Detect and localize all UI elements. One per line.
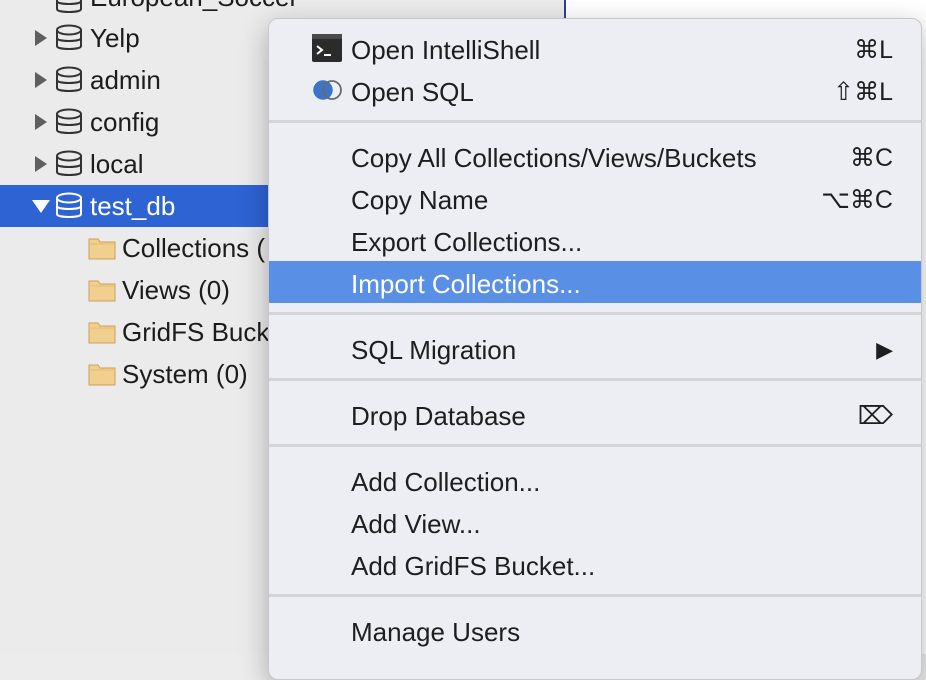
menu-item-manage-users[interactable]: Manage Users (269, 609, 921, 651)
tree-item-label: System (0) (122, 359, 248, 389)
disclosure-right-icon[interactable] (33, 154, 49, 174)
menu-item-label: Export Collections... (351, 227, 583, 257)
menu-item-add-collection[interactable]: Add Collection... (269, 459, 921, 501)
folder-icon (88, 364, 116, 386)
database-icon (56, 24, 82, 50)
tree-item-european-soccer[interactable]: European_Soccer (0, 0, 565, 18)
menu-item-label: Add Collection... (351, 467, 541, 497)
menu-item-add-view[interactable]: Add View... (269, 501, 921, 543)
tree-item-label: GridFS Buck (122, 317, 270, 347)
menu-item-export-collections[interactable]: Export Collections... (269, 219, 921, 261)
tree-item-label: test_db (90, 191, 176, 221)
folder-icon (88, 238, 116, 260)
database-icon (56, 66, 82, 92)
menu-item-shortcut: ⌘C (849, 144, 893, 172)
menu-item-open-sql[interactable]: Open SQL ⇧⌘L (269, 69, 921, 111)
menu-item-label: Drop Database (351, 401, 526, 431)
tree-item-label: config (90, 107, 160, 137)
menu-item-label: Add GridFS Bucket... (351, 551, 596, 581)
delete-forward-icon: ⌦ (857, 402, 893, 430)
menu-item-drop-database[interactable]: Drop Database ⌦ (269, 393, 921, 435)
database-icon (56, 108, 82, 134)
menu-separator (269, 312, 921, 315)
context-menu[interactable]: Open IntelliShell ⌘L Open SQL ⇧⌘L Copy A… (268, 18, 922, 680)
menu-item-label: Manage Users (351, 617, 521, 647)
disclosure-right-icon[interactable] (33, 28, 49, 48)
disclosure-down-icon[interactable] (31, 196, 51, 216)
tree-item-label: European_Soccer (90, 0, 298, 13)
tree-item-label: Collections ( (122, 233, 266, 263)
menu-item-shortcut: ⇧⌘L (833, 78, 893, 106)
menu-item-label: Open IntelliShell (351, 35, 541, 65)
tree-item-label: local (90, 149, 144, 179)
disclosure-right-icon[interactable] (33, 112, 49, 132)
menu-separator (269, 378, 921, 381)
database-icon (56, 0, 82, 13)
menu-item-label: Add View... (351, 509, 481, 539)
menu-item-shortcut: ⌥⌘C (821, 186, 893, 214)
menu-item-label: Open SQL (351, 77, 474, 107)
menu-item-label: SQL Migration (351, 335, 517, 365)
menu-item-import-collections[interactable]: Import Collections... (269, 261, 921, 303)
tree-item-label: Yelp (90, 23, 140, 53)
menu-item-copy-name[interactable]: Copy Name ⌥⌘C (269, 177, 921, 219)
menu-separator (269, 594, 921, 597)
menu-item-open-intellishell[interactable]: Open IntelliShell ⌘L (269, 27, 921, 69)
database-icon (56, 192, 82, 218)
folder-icon (88, 322, 116, 344)
tree-item-label: Views (0) (122, 275, 230, 305)
menu-item-sql-migration[interactable]: SQL Migration ▶ (269, 327, 921, 369)
terminal-icon (312, 34, 342, 62)
menu-separator (269, 444, 921, 447)
menu-item-shortcut: ⌘L (854, 36, 893, 64)
submenu-arrow-icon: ▶ (876, 337, 893, 362)
disclosure-right-icon[interactable] (33, 70, 49, 90)
menu-item-label: Copy Name (351, 185, 489, 215)
menu-separator (269, 120, 921, 123)
menu-item-label: Import Collections... (351, 269, 581, 299)
menu-item-add-gridfs-bucket[interactable]: Add GridFS Bucket... (269, 543, 921, 585)
menu-item-label: Copy All Collections/Views/Buckets (351, 143, 757, 173)
database-icon (56, 150, 82, 176)
tree-item-label: admin (90, 65, 161, 95)
folder-icon (88, 280, 116, 302)
sql-icon (313, 80, 342, 100)
menu-item-copy-all[interactable]: Copy All Collections/Views/Buckets ⌘C (269, 135, 921, 177)
